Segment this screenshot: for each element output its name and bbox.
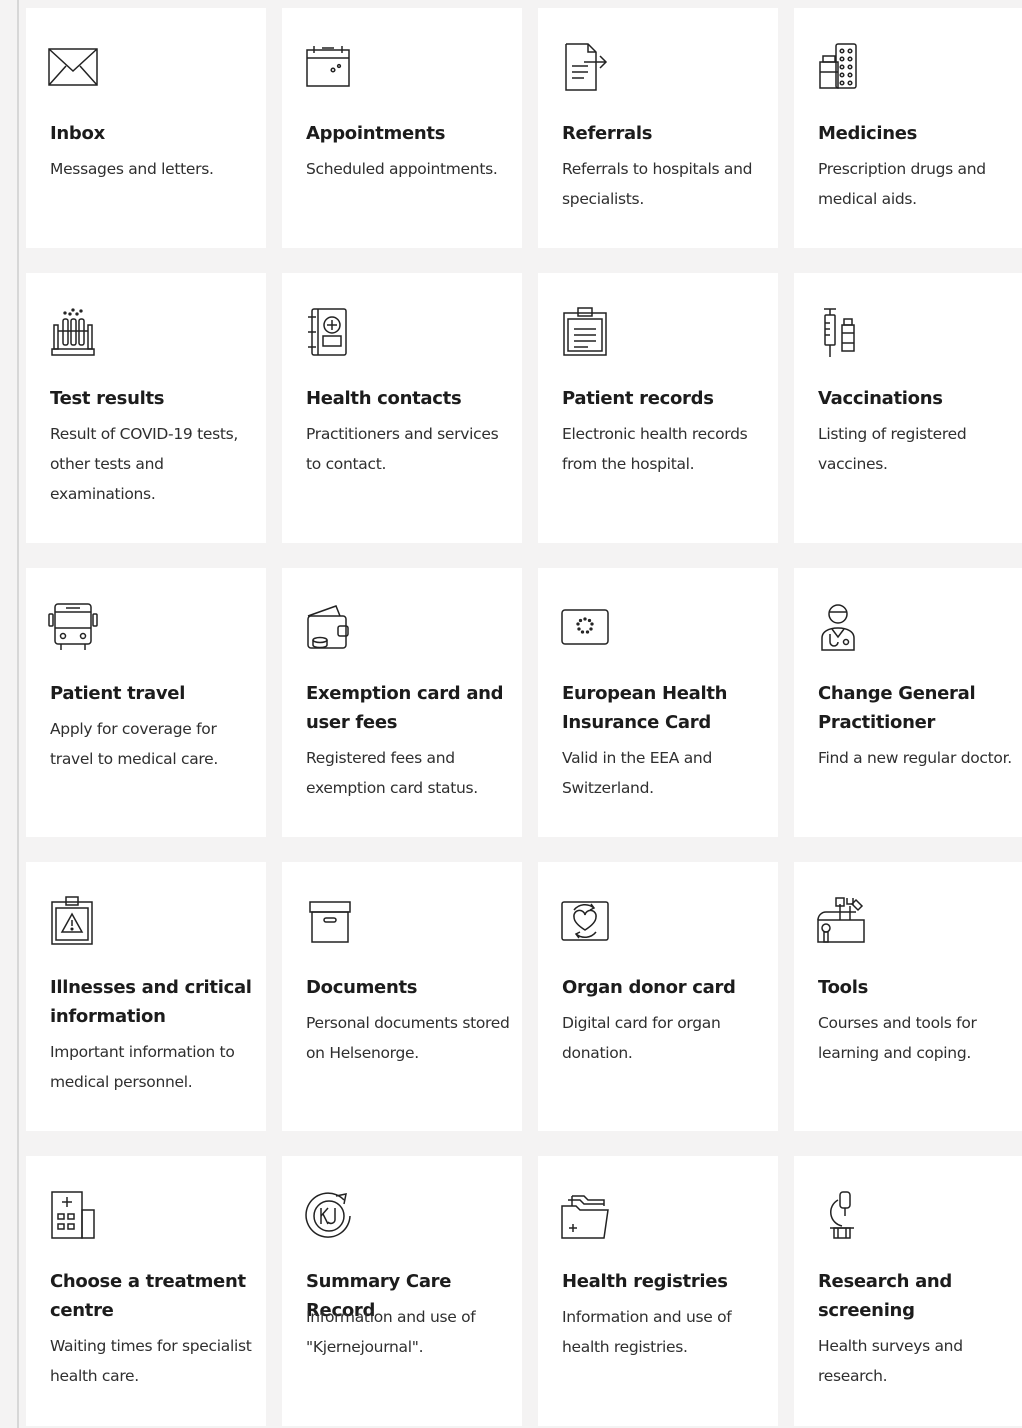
card-description: Messages and letters. bbox=[50, 160, 214, 178]
calendar-icon bbox=[302, 40, 356, 94]
card-description: Electronic health records from the hospi… bbox=[562, 425, 748, 473]
syringe-vial-icon bbox=[814, 305, 868, 359]
card-title: Patient travel bbox=[50, 683, 186, 704]
card-description: Valid in the EEA and Switzerland. bbox=[562, 749, 712, 797]
card-title: European Health Insurance Card bbox=[562, 683, 728, 733]
card-title: Exemption card and user fees bbox=[306, 683, 504, 733]
card-description: Courses and tools for learning and copin… bbox=[818, 1014, 977, 1062]
heart-card-icon bbox=[558, 894, 612, 948]
card-inbox[interactable]: Inbox Messages and letters. bbox=[26, 8, 266, 248]
card-description: Information and use of health registries… bbox=[562, 1308, 732, 1356]
card-european-health-insurance-card[interactable]: European Health Insurance Card Valid in … bbox=[538, 568, 778, 837]
card-title: Inbox bbox=[50, 123, 105, 144]
envelope-icon bbox=[46, 40, 100, 94]
card-title: Test results bbox=[50, 388, 165, 409]
card-illnesses-critical-information[interactable]: Illnesses and critical information Impor… bbox=[26, 862, 266, 1131]
doctor-icon bbox=[814, 600, 868, 654]
card-description: Listing of registered vaccines. bbox=[818, 425, 967, 473]
card-change-general-practitioner[interactable]: Change General Practitioner Find a new r… bbox=[794, 568, 1022, 837]
card-exemption-card[interactable]: Exemption card and user fees Registered … bbox=[282, 568, 522, 837]
eu-card-icon bbox=[558, 600, 612, 654]
card-description: Find a new regular doctor. bbox=[818, 749, 1012, 767]
card-health-contacts[interactable]: Health contacts Practitioners and servic… bbox=[282, 273, 522, 543]
card-description: Waiting times for specialist health care… bbox=[50, 1337, 252, 1385]
card-title: Referrals bbox=[562, 123, 653, 144]
toolbox-icon bbox=[814, 894, 868, 948]
card-vaccinations[interactable]: Vaccinations Listing of registered vacci… bbox=[794, 273, 1022, 543]
card-patient-records[interactable]: Patient records Electronic health record… bbox=[538, 273, 778, 543]
contact-book-icon bbox=[302, 305, 356, 359]
card-referrals[interactable]: Referrals Referrals to hospitals and spe… bbox=[538, 8, 778, 248]
service-card-grid: Inbox Messages and letters. Appointments… bbox=[26, 8, 1022, 1428]
card-title: Tools bbox=[818, 977, 869, 998]
card-title: Organ donor card bbox=[562, 977, 736, 998]
card-description: Health surveys and research. bbox=[818, 1337, 963, 1385]
card-description: Personal documents stored on Helsenorge. bbox=[306, 1014, 510, 1062]
card-title: Medicines bbox=[818, 123, 918, 144]
card-description: Prescription drugs and medical aids. bbox=[818, 160, 986, 208]
hospital-icon bbox=[46, 1188, 100, 1242]
card-title: Illnesses and critical information bbox=[50, 977, 252, 1027]
card-research-screening[interactable]: Research and screening Health surveys an… bbox=[794, 1156, 1022, 1426]
card-description: Apply for coverage for travel to medical… bbox=[50, 720, 219, 768]
card-title: Health contacts bbox=[306, 388, 462, 409]
card-title: Vaccinations bbox=[818, 388, 943, 409]
folder-plus-icon bbox=[558, 1188, 612, 1242]
card-test-results[interactable]: Test results Result of COVID-19 tests, o… bbox=[26, 273, 266, 543]
left-border-line bbox=[17, 0, 19, 1428]
pill-box-icon bbox=[814, 40, 868, 94]
kj-logo-icon bbox=[302, 1188, 356, 1242]
card-title: Change General Practitioner bbox=[818, 683, 976, 733]
card-description: Result of COVID-19 tests, other tests an… bbox=[50, 425, 239, 503]
card-appointments[interactable]: Appointments Scheduled appointments. bbox=[282, 8, 522, 248]
bus-icon bbox=[46, 600, 100, 654]
card-summary-care-record[interactable]: Summary Care Record Information and use … bbox=[282, 1156, 522, 1426]
card-documents[interactable]: Documents Personal documents stored on H… bbox=[282, 862, 522, 1131]
card-choose-treatment-centre[interactable]: Choose a treatment centre Waiting times … bbox=[26, 1156, 266, 1426]
card-title: Choose a treatment centre bbox=[50, 1271, 246, 1321]
card-tools[interactable]: Tools Courses and tools for learning and… bbox=[794, 862, 1022, 1131]
wallet-icon bbox=[302, 600, 356, 654]
card-description: Digital card for organ donation. bbox=[562, 1014, 721, 1062]
card-description: Registered fees and exemption card statu… bbox=[306, 749, 478, 797]
clipboard-icon bbox=[558, 305, 612, 359]
card-description: Scheduled appointments. bbox=[306, 160, 498, 178]
card-title: Health registries bbox=[562, 1271, 728, 1292]
card-organ-donor-card[interactable]: Organ donor card Digital card for organ … bbox=[538, 862, 778, 1131]
card-title: Research and screening bbox=[818, 1271, 953, 1321]
card-title: Appointments bbox=[306, 123, 446, 144]
card-title: Documents bbox=[306, 977, 418, 998]
archive-box-icon bbox=[302, 894, 356, 948]
card-health-registries[interactable]: Health registries Information and use of… bbox=[538, 1156, 778, 1426]
card-description: Referrals to hospitals and specialists. bbox=[562, 160, 753, 208]
document-arrow-icon bbox=[558, 40, 612, 94]
microscope-icon bbox=[814, 1188, 868, 1242]
card-description: Important information to medical personn… bbox=[50, 1043, 235, 1091]
test-tubes-icon bbox=[46, 305, 100, 359]
card-title: Patient records bbox=[562, 388, 714, 409]
card-description: Information and use of "Kjernejournal". bbox=[306, 1308, 476, 1356]
card-description: Practitioners and services to contact. bbox=[306, 425, 499, 473]
card-medicines[interactable]: Medicines Prescription drugs and medical… bbox=[794, 8, 1022, 248]
warning-clipboard-icon bbox=[46, 894, 100, 948]
card-patient-travel[interactable]: Patient travel Apply for coverage for tr… bbox=[26, 568, 266, 837]
